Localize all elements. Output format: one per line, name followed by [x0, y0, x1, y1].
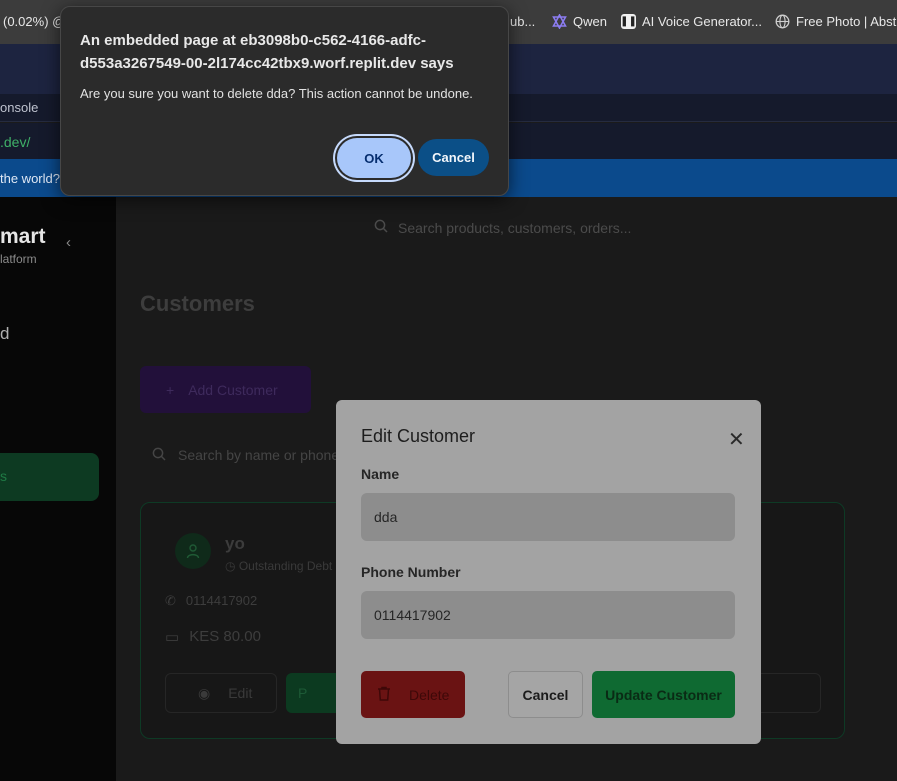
brand-subtitle: latform — [0, 252, 37, 266]
phone-value: 0114417902 — [374, 607, 451, 623]
bookmark-label: Free Photo | Abstra — [796, 14, 897, 29]
pay-label: P — [298, 685, 308, 701]
name-label: Name — [361, 466, 400, 482]
bookmark-free-photo[interactable]: Free Photo | Abstra — [775, 14, 897, 29]
banner-text: the world? — [0, 171, 60, 186]
edit-customer-modal: Edit Customer ✕ Name dda Phone Number 01… — [336, 400, 761, 744]
customer-balance-text: KES 80.00 — [189, 628, 261, 645]
qwen-icon — [552, 14, 567, 29]
bookmark-label: ub... — [510, 14, 536, 29]
confirm-title: An embedded page at eb3098b0-c562-4166-a… — [80, 32, 454, 72]
customer-search-placeholder: Search by name or phone — [178, 447, 340, 463]
page-title: Customers — [140, 291, 255, 316]
chevron-left-icon[interactable]: ‹ — [66, 234, 71, 251]
delete-label: Delete — [409, 686, 450, 703]
url-text: .dev/ — [0, 134, 31, 150]
trash-icon — [377, 686, 391, 704]
customer-name: yo — [225, 534, 245, 553]
customer-search-input[interactable]: Search by name or phone — [140, 434, 350, 476]
sidebar: mart latform ‹ d s — [0, 197, 116, 781]
name-value: dda — [374, 509, 398, 525]
sidebar-item-label: s — [0, 468, 7, 484]
brand-name: mart — [0, 225, 46, 248]
customer-phone: ✆ 0114417902 — [165, 593, 257, 609]
search-placeholder: Search products, customers, orders... — [398, 219, 632, 236]
globe-icon — [775, 14, 790, 29]
phone-label: Phone Number — [361, 564, 461, 580]
tab-console[interactable]: onsole — [0, 100, 38, 115]
close-icon[interactable]: ✕ — [728, 430, 745, 450]
search-icon — [374, 219, 388, 236]
bookmark-label: AI Voice Generator... — [642, 14, 762, 29]
update-customer-button[interactable]: Update Customer — [592, 671, 735, 718]
edit-label: Edit — [228, 685, 253, 701]
customer-phone-text: 0114417902 — [185, 593, 258, 608]
customer-status: ◷ Outstanding Debt — [225, 559, 332, 573]
customer-balance: ▭ KES 80.00 — [165, 628, 261, 646]
sidebar-item[interactable]: d — [0, 324, 9, 344]
ok-button[interactable]: OK — [337, 138, 411, 178]
bookmark-ai-voice[interactable]: ❚❚ AI Voice Generator... — [620, 14, 762, 29]
phone-field[interactable]: 0114417902 — [361, 591, 735, 639]
user-icon — [175, 533, 211, 569]
search-icon — [152, 447, 166, 464]
global-search[interactable]: Search products, customers, orders... — [374, 219, 631, 236]
customer-status-text: Outstanding Debt — [238, 559, 333, 573]
plus-icon: + — [166, 381, 175, 398]
confirm-message: Are you sure you want to delete dda? Thi… — [80, 86, 473, 101]
eye-icon: ◉ — [198, 684, 211, 701]
phone-icon: ✆ — [165, 593, 176, 608]
edit-customer-button[interactable]: ◉ Edit — [165, 673, 277, 713]
confirm-dialog: An embedded page at eb3098b0-c562-4166-a… — [60, 6, 509, 196]
name-field[interactable]: dda — [361, 493, 735, 541]
bookmark-item[interactable]: ub... — [510, 14, 535, 29]
confirm-cancel-button[interactable]: Cancel — [418, 139, 489, 176]
card-icon: ▭ — [165, 629, 180, 646]
clock-icon: ◷ — [225, 559, 236, 573]
pause-icon: ❚❚ — [620, 14, 637, 29]
delete-button[interactable]: Delete — [361, 671, 465, 718]
add-customer-button[interactable]: + Add Customer — [140, 366, 311, 413]
bookmark-label: Qwen — [573, 14, 607, 29]
add-customer-label: Add Customer — [188, 381, 278, 398]
sidebar-item-customers[interactable]: s — [0, 453, 99, 501]
modal-title: Edit Customer — [361, 426, 476, 446]
bookmark-qwen[interactable]: Qwen — [552, 14, 607, 29]
cancel-button[interactable]: Cancel — [508, 671, 583, 718]
